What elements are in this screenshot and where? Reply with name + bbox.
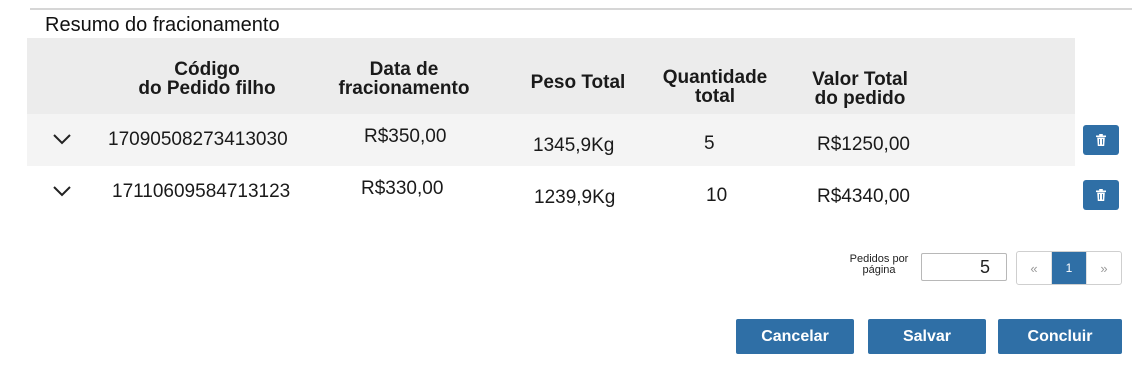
- save-button[interactable]: Salvar: [868, 319, 986, 354]
- top-divider: [30, 8, 1132, 10]
- header-data: Data de fracionamento: [338, 59, 470, 99]
- trash-icon: [1096, 189, 1106, 201]
- cell-codigo: 17090508273413030: [108, 129, 288, 150]
- cell-peso: 1239,9Kg: [534, 187, 616, 208]
- table-row: 17090508273413030 R$350,00 1345,9Kg 5 R$…: [27, 114, 1075, 166]
- section-title: Resumo do fracionamento: [45, 14, 280, 36]
- cancel-button[interactable]: Cancelar: [736, 319, 854, 354]
- chevron-down-icon[interactable]: [51, 128, 73, 150]
- split-summary-table: Código do Pedido filho Data de fracionam…: [27, 38, 1075, 218]
- cell-data: R$330,00: [361, 178, 444, 199]
- cell-quantidade: 10: [706, 185, 728, 206]
- header-codigo: Código do Pedido filho: [138, 59, 276, 99]
- header-valor: Valor Total do pedido: [812, 69, 908, 109]
- header-peso: Peso Total: [530, 72, 626, 93]
- table-header: Código do Pedido filho Data de fracionam…: [27, 38, 1075, 114]
- cell-codigo: 17110609584713123: [112, 181, 291, 202]
- cell-data: R$350,00: [364, 126, 447, 147]
- prev-page-button[interactable]: «: [1017, 252, 1051, 284]
- delete-row-button[interactable]: [1083, 125, 1119, 155]
- cell-valor: R$1250,00: [817, 134, 910, 155]
- trash-icon: [1096, 134, 1106, 146]
- cell-peso: 1345,9Kg: [533, 135, 615, 156]
- cell-quantidade: 5: [704, 133, 715, 154]
- header-quantidade: Quantidade total: [662, 67, 768, 107]
- per-page-input[interactable]: [921, 253, 1007, 281]
- table-row: 17110609584713123 R$330,00 1239,9Kg 10 R…: [27, 166, 1075, 218]
- page-button-current[interactable]: 1: [1051, 252, 1086, 284]
- next-page-button[interactable]: »: [1086, 252, 1121, 284]
- chevron-down-icon[interactable]: [51, 180, 73, 202]
- per-page-label: Pedidos por página: [849, 253, 909, 276]
- cell-valor: R$4340,00: [817, 186, 910, 207]
- pagination: « 1 »: [1016, 251, 1122, 285]
- finish-button[interactable]: Concluir: [998, 319, 1122, 354]
- delete-row-button[interactable]: [1083, 180, 1119, 210]
